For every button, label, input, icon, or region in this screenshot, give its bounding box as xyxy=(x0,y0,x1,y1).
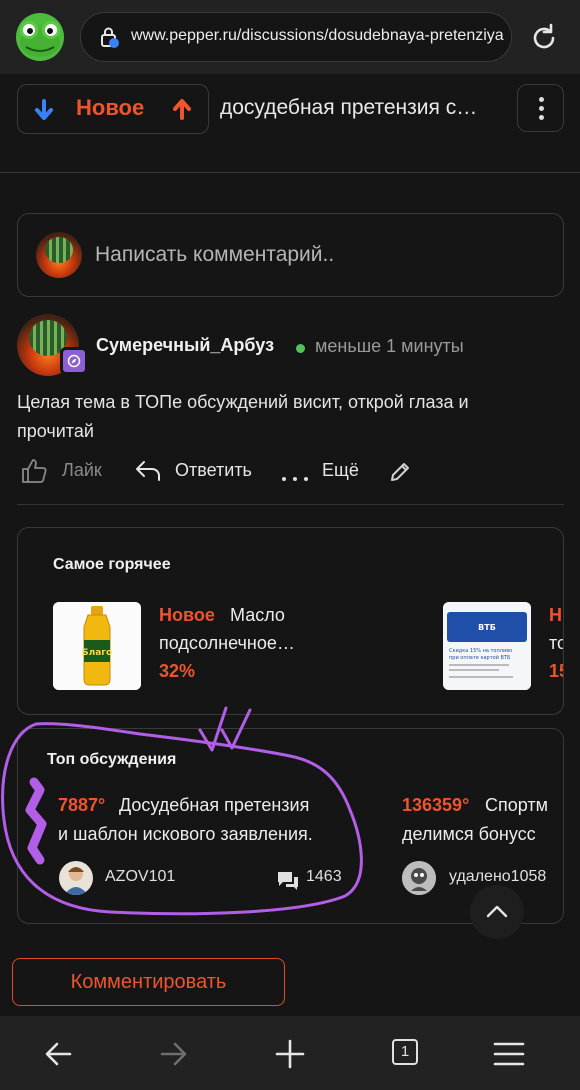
deal-thumbnail[interactable]: ВТБ Скидка 15% на топливо при оплате кар… xyxy=(443,602,531,690)
deal-title[interactable]: то xyxy=(549,629,563,657)
reload-icon[interactable] xyxy=(528,22,560,54)
more-dot xyxy=(539,97,544,102)
comment-composer[interactable]: Написать комментарий.. xyxy=(17,213,564,297)
hand-drawn-circle-annotation xyxy=(1,706,363,916)
more-dots-icon[interactable] xyxy=(282,466,315,485)
tabs-button[interactable]: 1 xyxy=(389,1036,425,1072)
browser-bottom-bar: 1 xyxy=(0,1016,580,1090)
product-label: Благо xyxy=(82,648,112,658)
arrow-up-icon[interactable] xyxy=(172,98,192,124)
deal-temperature: 32% xyxy=(159,661,196,681)
scroll-to-top-button[interactable] xyxy=(470,885,524,939)
deal-temperature: 15 xyxy=(549,661,563,681)
section-title: Самое горячее xyxy=(53,556,171,573)
deal-new-tag: Н xyxy=(549,605,562,625)
arrow-down-icon[interactable] xyxy=(34,99,54,125)
thread-title: досудебная претензия с… xyxy=(220,96,478,119)
chevron-up-icon xyxy=(486,905,508,918)
discussion-author[interactable]: удалено1058 xyxy=(449,868,546,886)
back-arrow-icon[interactable] xyxy=(40,1036,76,1072)
divider xyxy=(17,504,564,505)
deal-thumbnail[interactable]: Благо xyxy=(53,602,141,690)
menu-icon[interactable] xyxy=(491,1036,527,1072)
comment-timestamp: меньше 1 минуты xyxy=(315,336,464,356)
discussion-score: 136359° xyxy=(402,795,470,815)
comment-button[interactable]: Комментировать xyxy=(12,958,285,1006)
sort-label: Новое xyxy=(76,95,145,120)
sort-toggle[interactable]: Новое xyxy=(17,84,209,134)
new-tab-plus-icon[interactable] xyxy=(272,1036,308,1072)
deal-title[interactable]: Масло xyxy=(230,601,285,629)
more-dot xyxy=(539,106,544,111)
comment-text: Целая тема в ТОПе обсуждений висит, откр… xyxy=(17,392,469,441)
tab-count: 1 xyxy=(392,1039,418,1065)
composer-placeholder: Написать комментарий.. xyxy=(95,243,335,266)
comment-button-label: Комментировать xyxy=(70,971,227,993)
author-name[interactable]: Сумеречный_Арбуз xyxy=(96,335,274,356)
browser-toolbar: www.pepper.ru/discussions/dosudebnaya-pr… xyxy=(0,0,580,74)
banner-line1: Скидка 15% на топливо xyxy=(449,648,512,654)
more-options-button[interactable] xyxy=(517,84,564,132)
more-dot xyxy=(539,115,544,120)
more-button[interactable]: Ещё xyxy=(322,460,359,481)
vtb-brand: ВТБ xyxy=(478,623,496,632)
hottest-deals-card: Самое горячее Благо Новое Масло подсолне… xyxy=(17,527,564,715)
compass-badge-icon xyxy=(60,347,88,375)
online-status-dot xyxy=(296,344,305,353)
reply-icon[interactable] xyxy=(134,459,162,487)
deal-new-tag: Новое xyxy=(159,605,215,625)
banner-line2: при оплате картой ВТБ xyxy=(449,654,511,661)
thumbs-up-icon[interactable] xyxy=(21,458,49,488)
discussion-title-line2[interactable]: делимся бонусс xyxy=(402,820,536,849)
discussion-title[interactable]: Спортм xyxy=(485,791,548,820)
user-avatar xyxy=(36,232,82,278)
site-info-icon[interactable] xyxy=(99,27,121,53)
like-button[interactable]: Лайк xyxy=(62,460,102,481)
deleted-user-avatar[interactable] xyxy=(402,861,436,895)
divider xyxy=(0,172,580,173)
deal-title-line2[interactable]: подсолнечное… xyxy=(159,629,295,657)
address-bar[interactable]: www.pepper.ru/discussions/dosudebnaya-pr… xyxy=(80,12,512,62)
pencil-icon[interactable] xyxy=(388,460,412,488)
frog-logo-icon[interactable] xyxy=(16,13,64,61)
forward-arrow-icon[interactable] xyxy=(156,1036,192,1072)
url-text: www.pepper.ru/discussions/dosudebnaya-pr… xyxy=(131,27,504,44)
reply-button[interactable]: Ответить xyxy=(175,460,252,481)
